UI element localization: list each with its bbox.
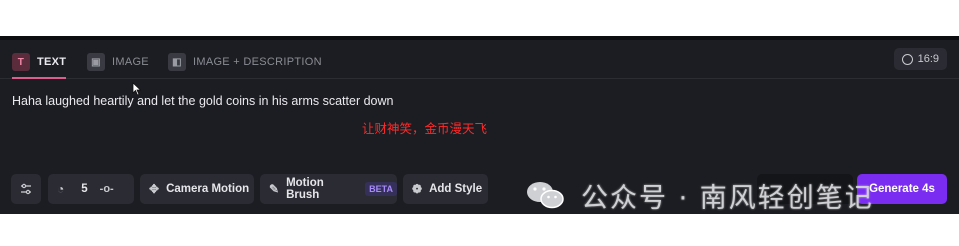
aspect-ratio-icon [901,53,913,65]
settings-button[interactable] [11,174,41,204]
tab-image-label: IMAGE [112,56,149,68]
add-style-button[interactable]: ❁ Add Style [403,174,488,204]
beta-badge: BETA [365,182,397,196]
tab-image-description-label: IMAGE + DESCRIPTION [193,56,322,68]
camera-motion-label: Camera Motion [166,183,250,195]
image-description-icon: ◧ [168,53,186,71]
image-icon: ▣ [87,53,105,71]
motion-slider-icon[interactable]: -o- [100,183,114,195]
prompt-input[interactable]: Haha laughed heartily and let the gold c… [12,94,393,108]
gauge-icon: ◔ [57,182,65,196]
motion-setting[interactable]: ◔ 5 -o- [48,174,134,204]
mode-tabs: T TEXT ▣ IMAGE ◧ IMAGE + DESCRIPTION 16:… [0,40,959,79]
generate-button[interactable]: Generate 4s [857,174,947,204]
preview-button[interactable] [757,174,853,204]
tab-image[interactable]: ▣ IMAGE [87,46,149,78]
camera-motion-icon: ✥ [149,182,160,196]
text-icon: T [12,53,30,71]
tab-text[interactable]: T TEXT [12,46,67,79]
aspect-ratio-button[interactable]: 16:9 [893,48,947,70]
annotation-text: 让财神笑，金币漫天飞 [362,122,488,136]
camera-motion-button[interactable]: ✥ Camera Motion [140,174,254,204]
sliders-icon [21,183,31,195]
motion-brush-label: Motion Brush [286,177,324,201]
prompt-panel: T TEXT ▣ IMAGE ◧ IMAGE + DESCRIPTION 16:… [0,36,959,214]
tab-image-description[interactable]: ◧ IMAGE + DESCRIPTION [168,46,322,78]
tab-text-label: TEXT [37,56,67,68]
add-style-label: Add Style [429,183,483,195]
palette-icon: ❁ [412,182,423,196]
bottom-toolbar: ◔ 5 -o- ✥ Camera Motion ✎ Motion Brush B… [0,174,959,208]
top-margin [0,0,959,36]
motion-brush-button[interactable]: ✎ Motion Brush BETA [260,174,397,204]
motion-value: 5 [81,183,88,195]
bottom-margin [0,214,959,246]
aspect-ratio-label: 16:9 [917,53,939,65]
brush-icon: ✎ [269,182,280,196]
